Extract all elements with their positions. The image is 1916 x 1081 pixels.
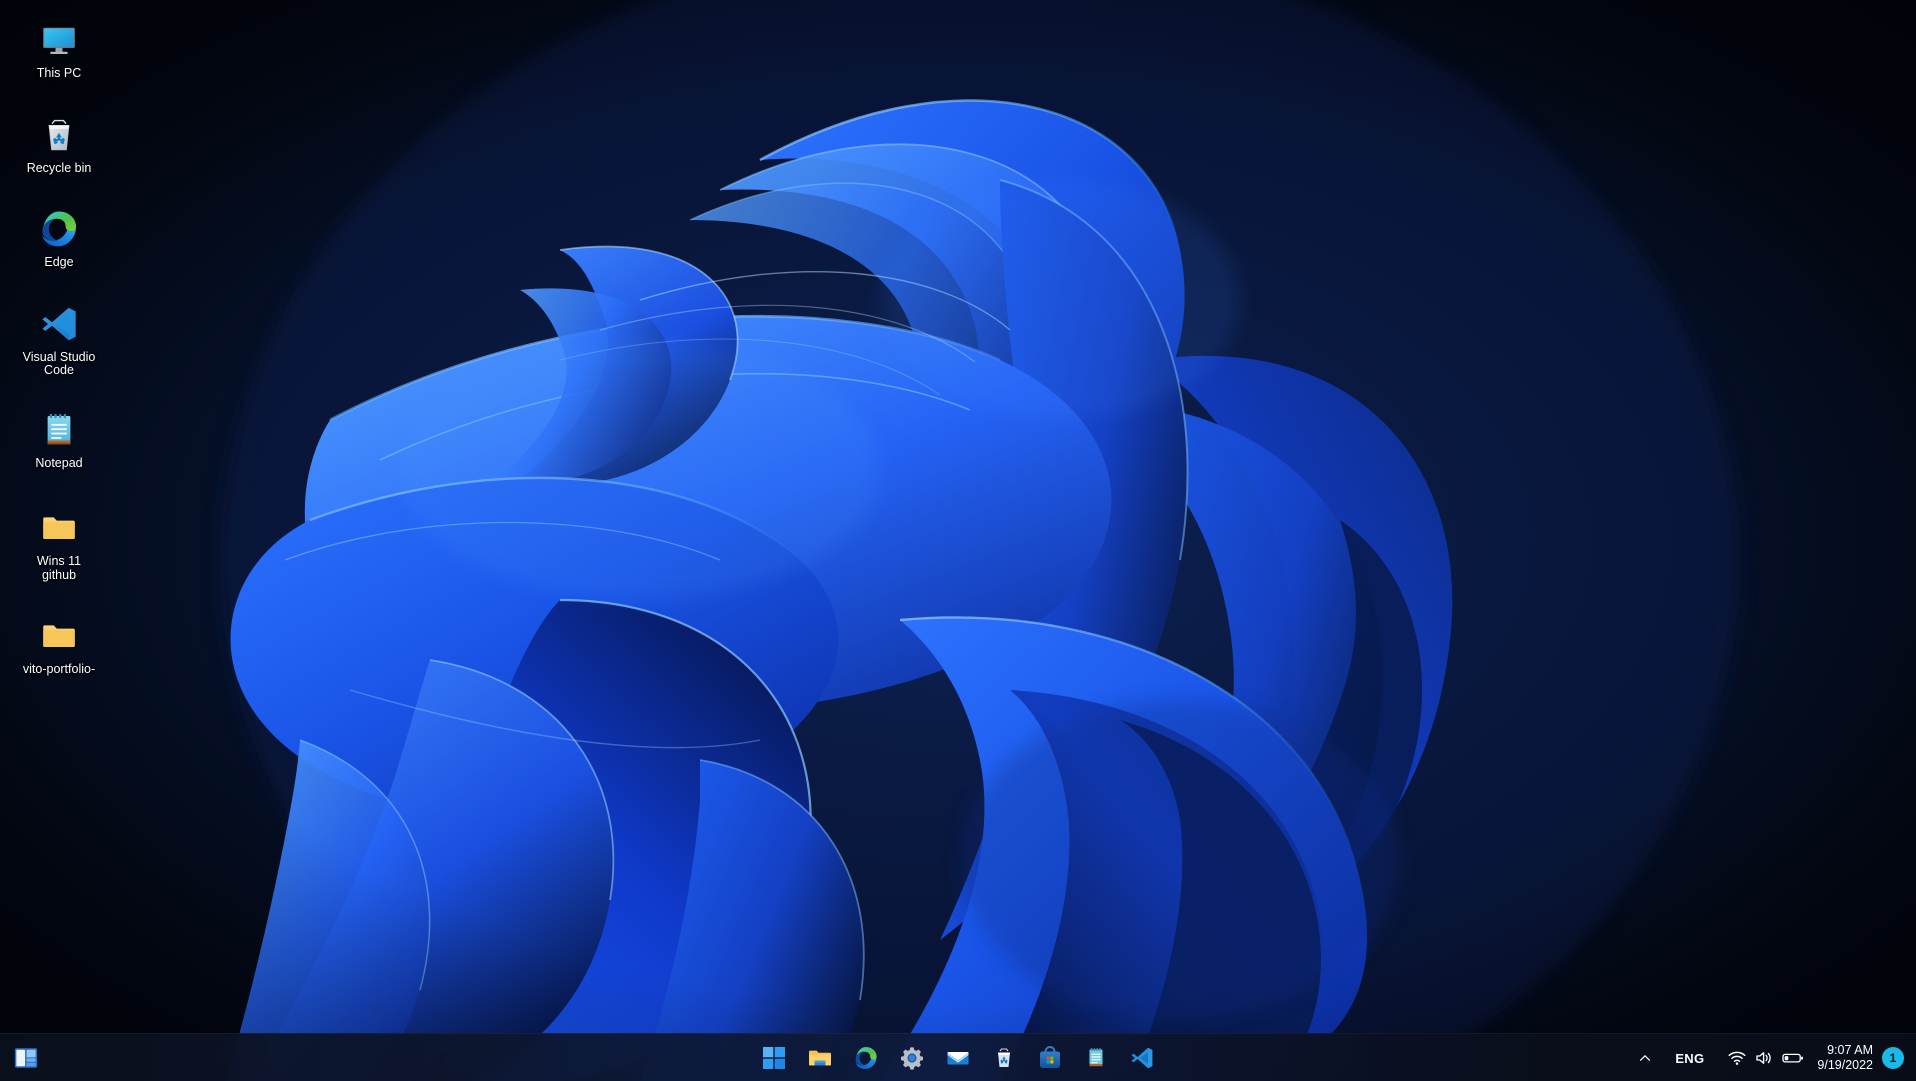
- language-indicator[interactable]: ENG: [1660, 1040, 1719, 1076]
- desktop[interactable]: This PC Recycle bin Edge Visual Studio C…: [0, 0, 1916, 1081]
- desktop-icon-visual-studio-code[interactable]: Visual Studio Code: [0, 296, 118, 382]
- desktop-icon-notepad[interactable]: Notepad: [0, 402, 118, 475]
- desktop-icon-wins-11-github[interactable]: Wins 11 github: [0, 500, 118, 586]
- store-icon: [1037, 1045, 1063, 1071]
- wallpaper-image: [0, 0, 1916, 1081]
- desktop-icon-label: This PC: [36, 66, 82, 80]
- taskbar[interactable]: ENG 9:07 AM 9/19/2022 1: [0, 1033, 1916, 1081]
- battery-icon: [1782, 1051, 1804, 1065]
- taskbar-notepad-button[interactable]: [1076, 1038, 1116, 1078]
- mail-icon: [945, 1045, 971, 1071]
- taskbar-mail-button[interactable]: [938, 1038, 978, 1078]
- desktop-icon-recycle-bin[interactable]: Recycle bin: [0, 107, 118, 180]
- edge-icon: [853, 1045, 879, 1071]
- taskbar-pinned-apps[interactable]: [754, 1034, 1162, 1081]
- recycle-bin-icon: [37, 113, 81, 157]
- widgets-icon: [13, 1045, 39, 1071]
- folder-icon: [807, 1045, 833, 1071]
- clock-time: 9:07 AM: [1827, 1043, 1873, 1057]
- taskbar-settings-button[interactable]: [892, 1038, 932, 1078]
- gear-icon: [899, 1045, 925, 1071]
- clock-date[interactable]: 9:07 AM 9/19/2022: [1813, 1040, 1882, 1076]
- folder-icon: [37, 614, 81, 658]
- vscode-icon: [1129, 1045, 1155, 1071]
- desktop-icon-this-pc[interactable]: This PC: [0, 12, 118, 85]
- taskbar-vscode-button[interactable]: [1122, 1038, 1162, 1078]
- desktop-icon-vito-portfolio[interactable]: vito-portfolio-: [0, 608, 118, 681]
- vscode-icon: [37, 302, 81, 346]
- wifi-icon: [1728, 1050, 1746, 1066]
- desktop-icon-label: Recycle bin: [26, 160, 92, 175]
- windows-start-icon: [761, 1045, 787, 1071]
- recycle-bin-icon: [991, 1045, 1017, 1071]
- clock-date-text: 9/19/2022: [1817, 1058, 1873, 1072]
- edge-icon: [37, 207, 81, 251]
- show-hidden-icons-button[interactable]: [1630, 1040, 1660, 1076]
- taskbar-file-explorer-button[interactable]: [800, 1038, 840, 1078]
- chevron-up-icon: [1638, 1051, 1652, 1065]
- network-volume-battery-group[interactable]: [1719, 1040, 1813, 1076]
- notepad-icon: [37, 408, 81, 452]
- monitor-icon: [37, 18, 81, 62]
- widgets-button[interactable]: [6, 1038, 46, 1078]
- system-tray[interactable]: ENG 9:07 AM 9/19/2022 1: [1630, 1034, 1916, 1081]
- desktop-icon-label: Visual Studio Code: [22, 349, 96, 377]
- desktop-icon-grid[interactable]: This PC Recycle bin Edge Visual Studio C…: [0, 8, 118, 681]
- desktop-icon-label: Edge: [44, 255, 74, 269]
- desktop-icon-label: vito-portfolio-: [22, 662, 96, 676]
- desktop-icon-edge[interactable]: Edge: [0, 201, 118, 274]
- notification-badge[interactable]: 1: [1882, 1047, 1904, 1069]
- taskbar-microsoft-store-button[interactable]: [1030, 1038, 1070, 1078]
- desktop-icon-label: Notepad: [35, 455, 83, 470]
- language-label: ENG: [1675, 1050, 1705, 1066]
- folder-icon: [37, 506, 81, 550]
- taskbar-start-button[interactable]: [754, 1038, 794, 1078]
- speaker-icon: [1755, 1050, 1773, 1066]
- taskbar-edge-button[interactable]: [846, 1038, 886, 1078]
- taskbar-recycle-bin-button[interactable]: [984, 1038, 1024, 1078]
- notepad-icon: [1083, 1045, 1109, 1071]
- desktop-icon-label: Wins 11 github: [36, 554, 82, 582]
